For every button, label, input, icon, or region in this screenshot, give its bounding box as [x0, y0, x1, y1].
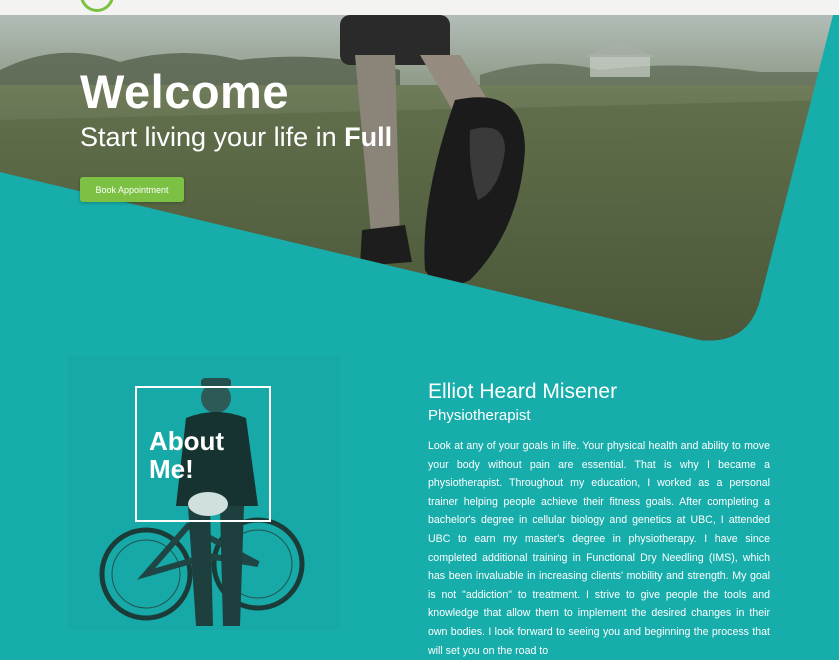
- book-appointment-button[interactable]: Book Appointment: [80, 177, 184, 202]
- hero-section: Welcome Start living your life in Full B…: [0, 0, 839, 350]
- hero-title: Welcome: [80, 65, 289, 118]
- hero-background-image: [0, 15, 833, 341]
- hero-subtitle-prefix: Start living your life in: [80, 122, 345, 152]
- top-navbar: [0, 0, 839, 15]
- profile-name: Elliot Heard Misener: [428, 380, 618, 403]
- about-me-heading: About Me!: [149, 426, 225, 484]
- hero-subtitle: Start living your life in Full: [80, 122, 392, 153]
- profile-bio: Look at any of your goals in life. Your …: [428, 440, 770, 657]
- profile-role: Physiotherapist: [428, 407, 531, 424]
- logo-icon[interactable]: [80, 0, 114, 12]
- hero-subtitle-emphasis: Full: [344, 122, 393, 152]
